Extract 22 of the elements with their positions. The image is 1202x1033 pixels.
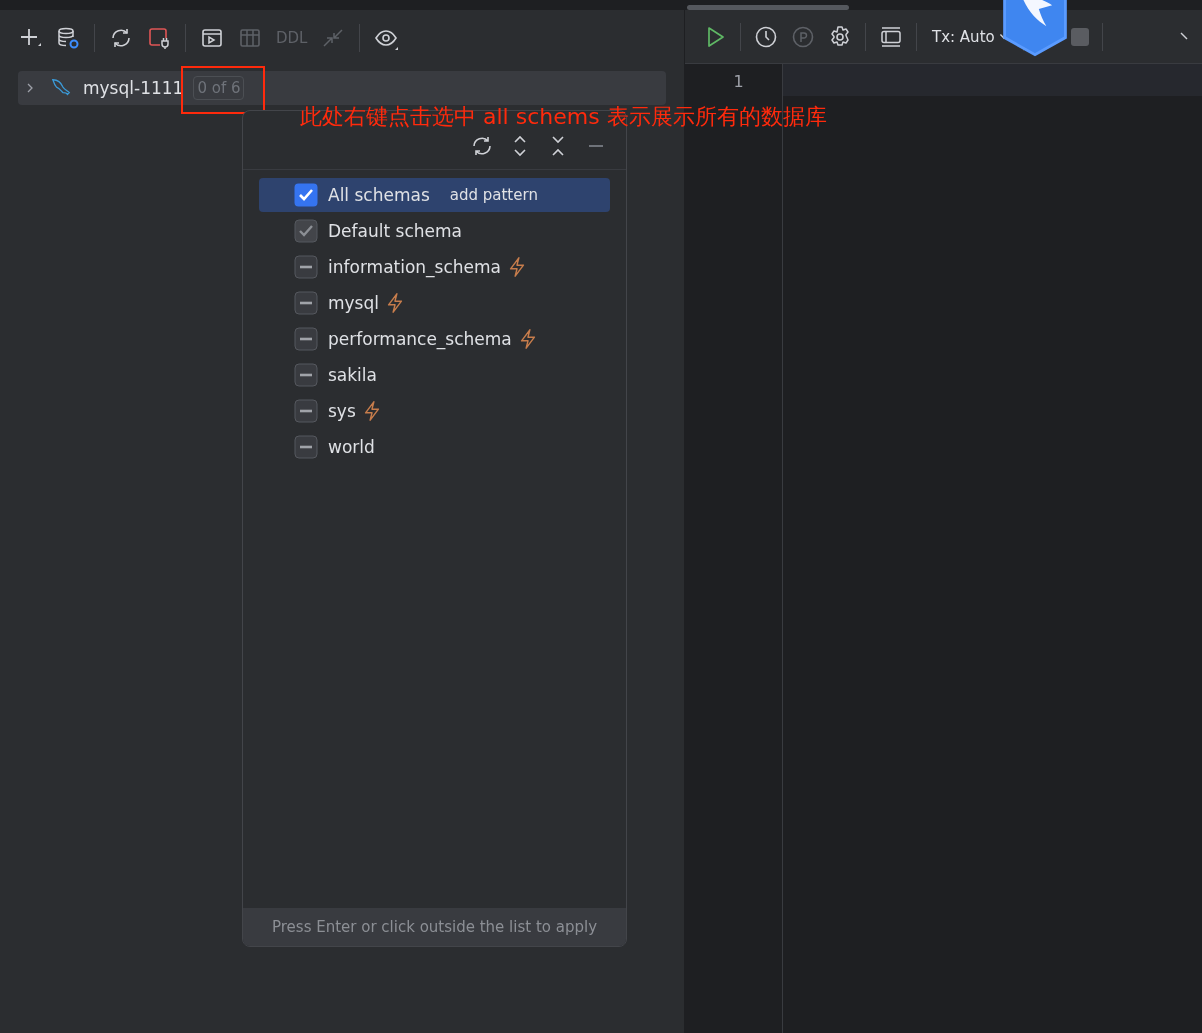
schema-name: Default schema [328, 221, 462, 241]
apply-hint: Press Enter or click outside the list to apply [272, 918, 597, 936]
schema-item[interactable]: sys [259, 394, 610, 428]
schema-item[interactable]: performance_schema [259, 322, 610, 356]
schema-item[interactable]: All schemas add pattern [259, 178, 610, 212]
schema-name: All schemas [328, 185, 430, 205]
schema-name: world [328, 437, 375, 457]
schema-item[interactable]: sakila [259, 358, 610, 392]
connection-row[interactable]: mysql-1111 0 of 6 [18, 71, 666, 105]
schema-name: sakila [328, 365, 377, 385]
schema-item[interactable]: mysql [259, 286, 610, 320]
schema-name: sys [328, 401, 356, 421]
transaction-mode-dropdown[interactable]: Tx: Auto [930, 27, 997, 46]
schema-name: information_schema [328, 257, 502, 277]
line-number: 1 [733, 72, 744, 91]
connection-name: mysql-1111 [83, 78, 184, 98]
annotation-text: 此处右键点击选中 all schems 表示展示所有的数据库 [300, 106, 827, 128]
schema-item[interactable]: information_schema [259, 250, 610, 284]
schema-item[interactable]: world [259, 430, 610, 464]
schema-name: performance_schema [328, 329, 512, 349]
schema-name: mysql [328, 293, 379, 313]
add-pattern-link[interactable]: add pattern [449, 186, 538, 204]
